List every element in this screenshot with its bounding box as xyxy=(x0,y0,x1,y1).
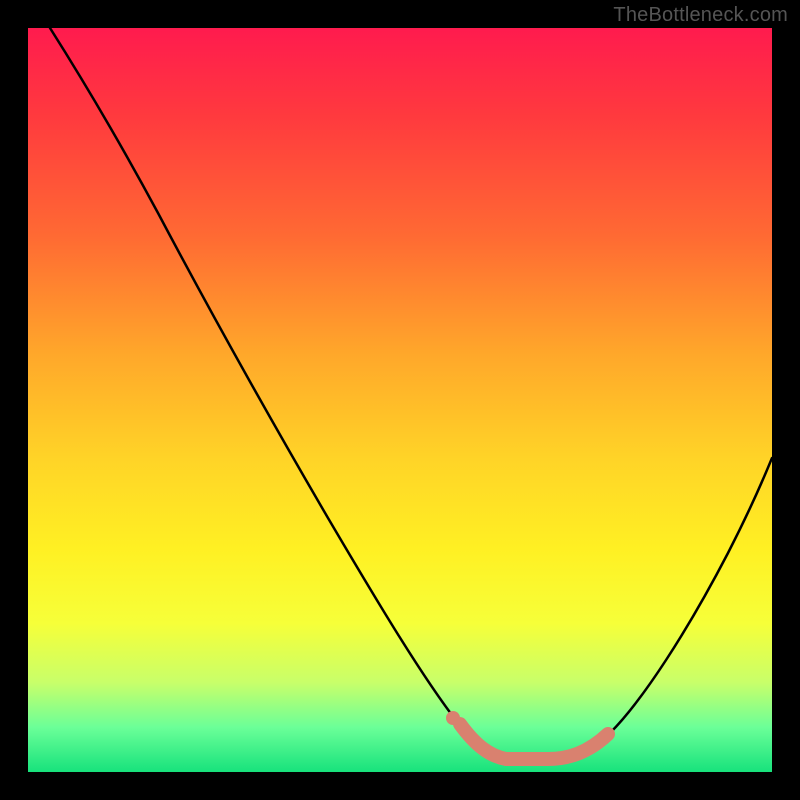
highlight-band xyxy=(460,724,608,759)
plot-area xyxy=(28,28,772,772)
chart-frame: TheBottleneck.com xyxy=(0,0,800,800)
bottleneck-curve xyxy=(28,28,772,772)
highlight-dot-left xyxy=(446,711,460,725)
watermark-label: TheBottleneck.com xyxy=(613,4,788,27)
